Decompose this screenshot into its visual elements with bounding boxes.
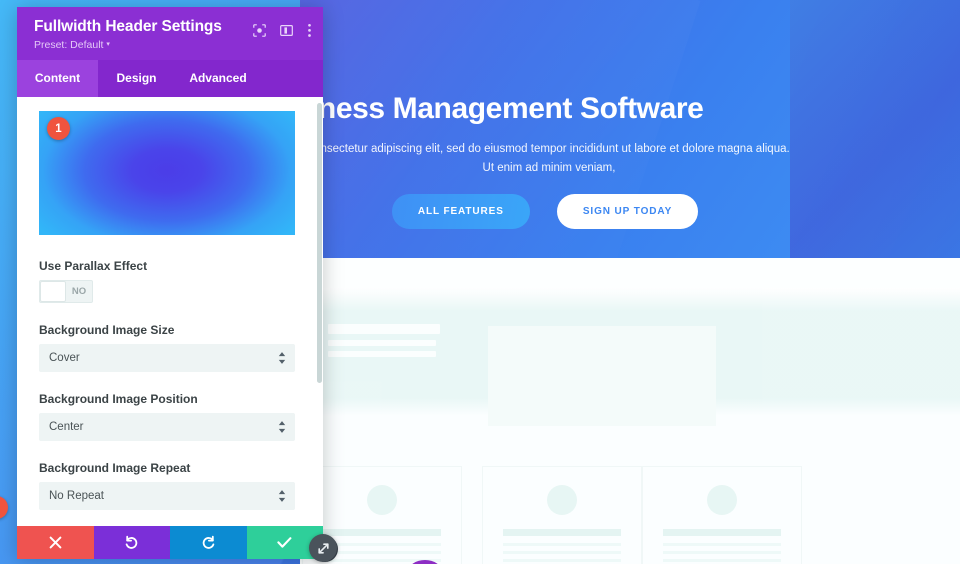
sign-up-today-button[interactable]: SIGN UP TODAY <box>556 194 699 229</box>
chevron-down-icon: ▾ <box>106 41 110 48</box>
modal-body: 1 Use Parallax Effect NO Background Imag… <box>17 97 323 526</box>
parallax-toggle[interactable]: NO <box>39 280 93 303</box>
modal-resize-handle[interactable] <box>309 534 337 562</box>
modal-action-bar <box>17 526 323 559</box>
image-repeat-label-text: Background Image Repeat <box>39 461 191 475</box>
background-image-preview[interactable]: 1 <box>39 111 295 235</box>
card-text-bar <box>503 543 621 546</box>
tab-content[interactable]: Content <box>17 60 98 97</box>
select-spinner-icon <box>278 352 286 365</box>
settings-scroll-area: 1 Use Parallax Effect NO Background Imag… <box>17 97 323 526</box>
fullwidth-header-settings-modal: Fullwidth Header Settings Preset: Defaul… <box>17 7 323 559</box>
image-position-select[interactable]: Center <box>39 413 295 441</box>
feature-card <box>482 466 642 564</box>
image-repeat-value: No Repeat <box>49 490 104 502</box>
card-text-bar <box>323 551 441 554</box>
image-position-label: Background Image Position <box>39 392 305 406</box>
image-repeat-select[interactable]: No Repeat <box>39 482 295 510</box>
card-text-bar <box>323 543 441 546</box>
card-text-bar <box>663 551 781 554</box>
card-text-bar <box>663 543 781 546</box>
site-preview: iness Management Software consectetur ad… <box>300 0 960 564</box>
focus-icon[interactable] <box>253 24 266 37</box>
layout-icon[interactable] <box>280 24 293 37</box>
parallax-label: Use Parallax Effect <box>39 259 305 273</box>
image-size-value: Cover <box>49 352 80 364</box>
card-title-bar <box>663 529 781 536</box>
image-size-label: Background Image Size <box>39 323 305 337</box>
card-text-bar <box>663 559 781 562</box>
tab-advanced[interactable]: Advanced <box>175 60 261 97</box>
image-size-label-text: Background Image Size <box>39 323 175 337</box>
hero-subtext: consectetur adipiscing elit, sed do eius… <box>308 140 790 178</box>
image-position-label-text: Background Image Position <box>39 392 198 406</box>
modal-header-actions <box>253 23 312 38</box>
preset-selector[interactable]: Preset: Default ▾ <box>34 39 309 51</box>
modal-tabs: Content Design Advanced <box>17 60 323 97</box>
image-position-value: Center <box>49 421 84 433</box>
all-features-button[interactable]: ALL FEATURES <box>391 194 530 229</box>
hero-cta-group: ALL FEATURES SIGN UP TODAY <box>300 194 790 229</box>
hero-heading: iness Management Software <box>310 92 704 125</box>
card-title-bar <box>503 529 621 536</box>
feature-card-row <box>300 456 960 564</box>
parallax-label-text: Use Parallax Effect <box>39 259 148 273</box>
more-options-icon[interactable] <box>307 23 312 38</box>
card-icon-placeholder <box>547 485 577 515</box>
content-feature-row <box>302 288 960 426</box>
toggle-knob <box>40 281 66 302</box>
placeholder-text-bar <box>328 351 436 357</box>
site-hero-section: iness Management Software consectetur ad… <box>300 0 790 260</box>
tab-design[interactable]: Design <box>98 60 175 97</box>
site-content-section <box>300 258 960 564</box>
feature-card <box>642 466 802 564</box>
select-spinner-icon <box>278 490 286 503</box>
select-spinner-icon <box>278 421 286 434</box>
toggle-value: NO <box>71 286 87 297</box>
card-icon-placeholder <box>367 485 397 515</box>
hero-subtext-line-2: Ut enim ad minim veniam, <box>482 162 616 174</box>
card-text-bar <box>503 551 621 554</box>
card-icon-placeholder <box>707 485 737 515</box>
image-size-select[interactable]: Cover <box>39 344 295 372</box>
redo-button[interactable] <box>170 526 247 559</box>
placeholder-text-bar <box>328 340 436 346</box>
modal-header: Fullwidth Header Settings Preset: Defaul… <box>17 7 323 60</box>
modal-scrollbar-thumb[interactable] <box>317 103 322 383</box>
screen: iness Management Software consectetur ad… <box>0 0 960 564</box>
preset-label: Preset: Default <box>34 39 104 51</box>
card-title-bar <box>323 529 441 536</box>
modal-scrollbar-track[interactable] <box>316 97 323 526</box>
card-text-bar <box>503 559 621 562</box>
annotation-badge-1: 1 <box>47 117 70 140</box>
cancel-button[interactable] <box>17 526 94 559</box>
placeholder-heading-bar <box>328 324 440 334</box>
content-spacer <box>300 258 960 288</box>
image-repeat-label: Background Image Repeat <box>39 461 305 475</box>
undo-button[interactable] <box>93 526 170 559</box>
hero-subtext-line-1: consectetur adipiscing elit, sed do eius… <box>308 143 790 155</box>
placeholder-image-block <box>488 326 716 426</box>
